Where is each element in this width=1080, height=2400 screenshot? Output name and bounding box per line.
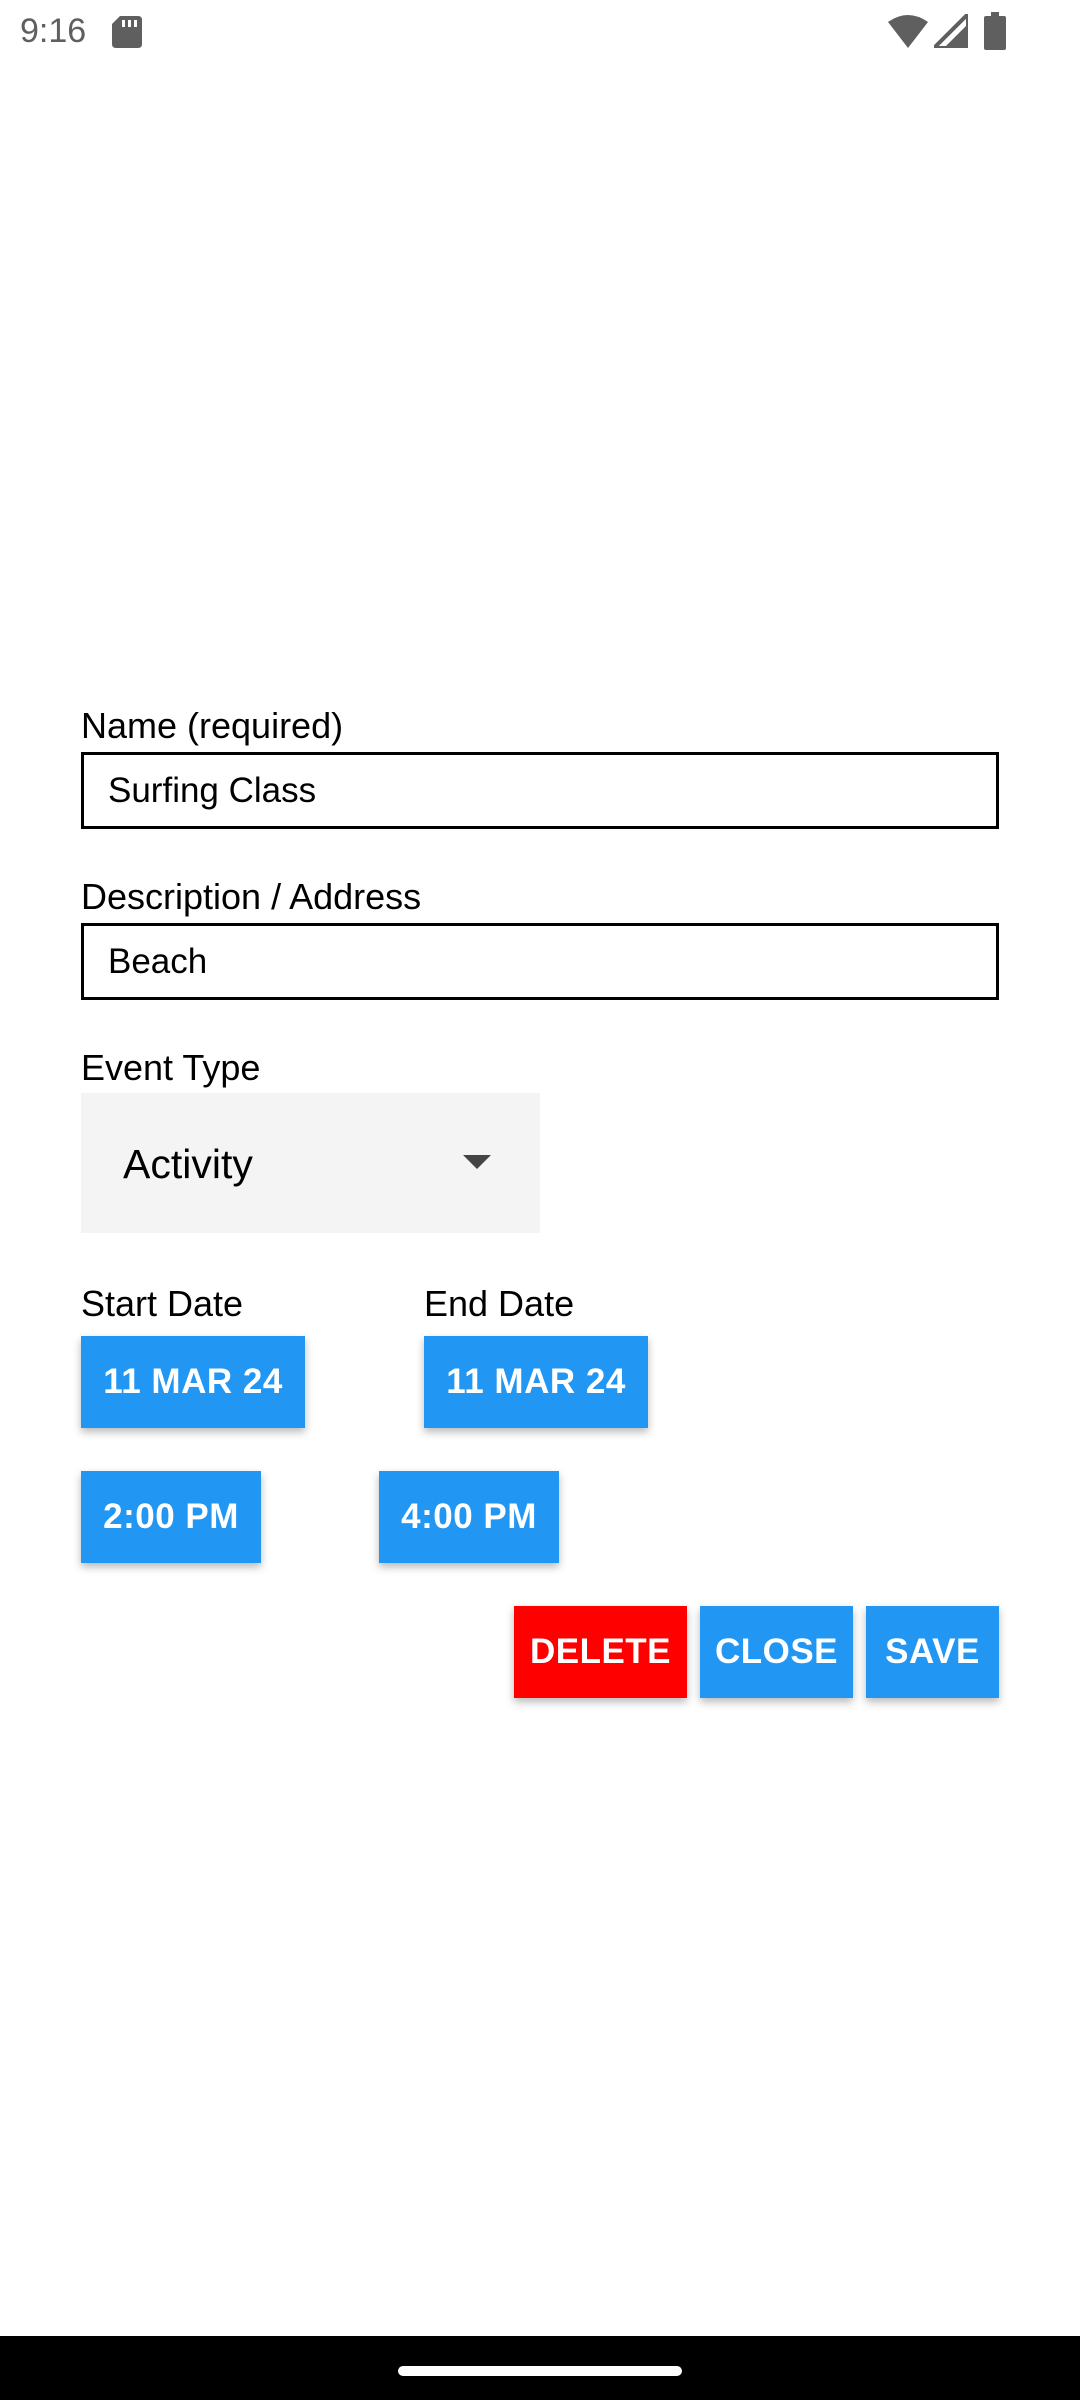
status-bar: 9:16 xyxy=(0,0,1080,64)
end-date-button[interactable]: 11 MAR 24 xyxy=(424,1336,648,1428)
dropdown-arrow-icon xyxy=(463,1155,491,1169)
name-input[interactable] xyxy=(108,755,968,826)
end-date-label: End Date xyxy=(424,1283,575,1324)
description-input[interactable] xyxy=(108,926,968,997)
start-date-label: Start Date xyxy=(81,1283,244,1324)
description-label: Description / Address xyxy=(81,876,422,917)
home-gesture-handle[interactable] xyxy=(398,2366,682,2376)
status-time: 9:16 xyxy=(20,12,87,50)
event-editor-screen: 9:16 Name (required) Description / Addre… xyxy=(0,0,1080,2400)
description-field-container xyxy=(81,923,999,1000)
delete-button[interactable]: DELETE xyxy=(514,1606,687,1698)
start-date-button[interactable]: 11 MAR 24 xyxy=(81,1336,305,1428)
save-button[interactable]: SAVE xyxy=(866,1606,999,1698)
signal-icon xyxy=(934,14,968,48)
start-time-button[interactable]: 2:00 PM xyxy=(81,1471,261,1563)
close-button[interactable]: CLOSE xyxy=(700,1606,853,1698)
name-field-container xyxy=(81,752,999,829)
event-type-value: Activity xyxy=(123,1141,253,1187)
navigation-bar xyxy=(0,2336,1080,2400)
battery-icon xyxy=(984,12,1006,50)
name-label: Name (required) xyxy=(81,705,344,746)
wifi-icon xyxy=(888,15,928,48)
event-type-dropdown[interactable]: Activity xyxy=(81,1093,540,1233)
sd-card-icon xyxy=(112,16,142,48)
end-time-button[interactable]: 4:00 PM xyxy=(379,1471,559,1563)
event-type-label: Event Type xyxy=(81,1047,261,1088)
